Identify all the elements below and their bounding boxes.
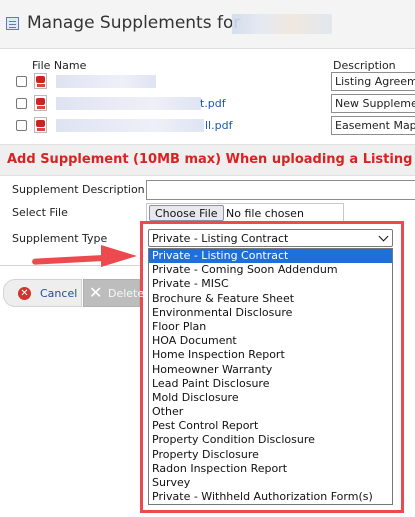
dropdown-option[interactable]: Home Inspection Report bbox=[149, 348, 392, 362]
dropdown-option[interactable]: Lead Paint Disclosure bbox=[149, 377, 392, 391]
delete-icon: ✕ bbox=[89, 283, 103, 302]
dropdown-option[interactable]: HOA Document bbox=[149, 334, 392, 348]
action-bar: ✕ Cancel ✕ Delete bbox=[3, 279, 144, 307]
table-row: ll.pdf Easement Map bbox=[0, 116, 415, 136]
dropdown-option[interactable]: Homeowner Warranty bbox=[149, 363, 392, 377]
dropdown-option[interactable]: Private - Listing Contract bbox=[149, 249, 392, 264]
dropdown-option[interactable]: Pest Control Report bbox=[149, 419, 392, 433]
window-icon bbox=[6, 17, 19, 30]
arrow-annotation bbox=[31, 255, 105, 265]
add-supplement-header: Add Supplement (10MB max) When uploading… bbox=[0, 144, 415, 176]
pdf-icon bbox=[34, 73, 47, 89]
supplement-description-input[interactable] bbox=[146, 180, 415, 200]
arrow-head-icon bbox=[101, 245, 137, 267]
cancel-button[interactable]: ✕ Cancel bbox=[3, 279, 82, 307]
dialog-title: Manage Supplements for bbox=[27, 13, 241, 33]
dropdown-option[interactable]: Private - MISC bbox=[149, 277, 392, 291]
cancel-icon: ✕ bbox=[18, 287, 31, 300]
dropdown-option[interactable]: Radon Inspection Report bbox=[149, 462, 392, 476]
dropdown-option[interactable]: Mold Disclosure bbox=[149, 391, 392, 405]
file-link[interactable]: t.pdf bbox=[200, 97, 226, 110]
description-input[interactable]: Listing Agreement bbox=[331, 72, 415, 91]
dropdown-option[interactable]: Private - Coming Soon Addendum bbox=[149, 263, 392, 277]
cancel-label: Cancel bbox=[40, 287, 78, 300]
pdf-icon bbox=[34, 117, 47, 133]
dropdown-option[interactable]: Survey bbox=[149, 476, 392, 490]
dropdown-option[interactable]: Other bbox=[149, 405, 392, 419]
supplement-type-label: Supplement Type bbox=[12, 232, 108, 245]
row-checkbox[interactable] bbox=[16, 98, 27, 109]
dropdown-option[interactable]: Private - Withheld Authorization Form(s) bbox=[149, 490, 392, 504]
redacted-address bbox=[232, 14, 332, 34]
redacted-file-name bbox=[56, 97, 201, 110]
description-header: Description bbox=[333, 59, 396, 72]
file-name-header: File Name bbox=[32, 59, 87, 72]
dropdown-option[interactable]: Environmental Disclosure bbox=[149, 306, 392, 320]
redacted-file-name bbox=[56, 119, 204, 132]
dropdown-option[interactable]: Floor Plan bbox=[149, 320, 392, 334]
select-file-label: Select File bbox=[12, 206, 68, 219]
choose-file-button[interactable]: Choose File bbox=[149, 205, 224, 221]
delete-label: Delete bbox=[108, 287, 145, 300]
row-checkbox[interactable] bbox=[16, 76, 27, 87]
supplement-description-label: Supplement Description bbox=[12, 183, 145, 196]
table-row: t.pdf New Supplement bbox=[0, 94, 415, 114]
file-input: Choose File No file chosen bbox=[146, 203, 344, 223]
add-supplement-title: Add Supplement (10MB max) When uploading… bbox=[7, 152, 413, 167]
description-input[interactable]: New Supplement bbox=[331, 94, 415, 113]
file-link[interactable]: ll.pdf bbox=[205, 119, 232, 132]
supplement-type-selected: Private - Listing Contract bbox=[152, 232, 289, 245]
dropdown-option[interactable]: Brochure & Feature Sheet bbox=[149, 292, 392, 306]
dialog-titlebar: Manage Supplements for bbox=[0, 0, 415, 49]
description-input[interactable]: Easement Map bbox=[331, 116, 415, 135]
table-row: Listing Agreement bbox=[0, 72, 415, 92]
dropdown-option[interactable]: Property Condition Disclosure bbox=[149, 433, 392, 447]
delete-button[interactable]: ✕ Delete bbox=[83, 279, 144, 307]
supplement-type-select[interactable]: Private - Listing Contract bbox=[148, 229, 393, 247]
no-file-chosen-text: No file chosen bbox=[226, 207, 304, 220]
chevron-down-icon bbox=[378, 231, 389, 242]
redacted-file-name[interactable] bbox=[56, 75, 156, 88]
pdf-icon bbox=[34, 95, 47, 111]
supplement-type-dropdown: Private - Listing Contract Private - Com… bbox=[148, 248, 393, 505]
dropdown-option[interactable]: Property Disclosure bbox=[149, 448, 392, 462]
row-checkbox[interactable] bbox=[16, 120, 27, 131]
